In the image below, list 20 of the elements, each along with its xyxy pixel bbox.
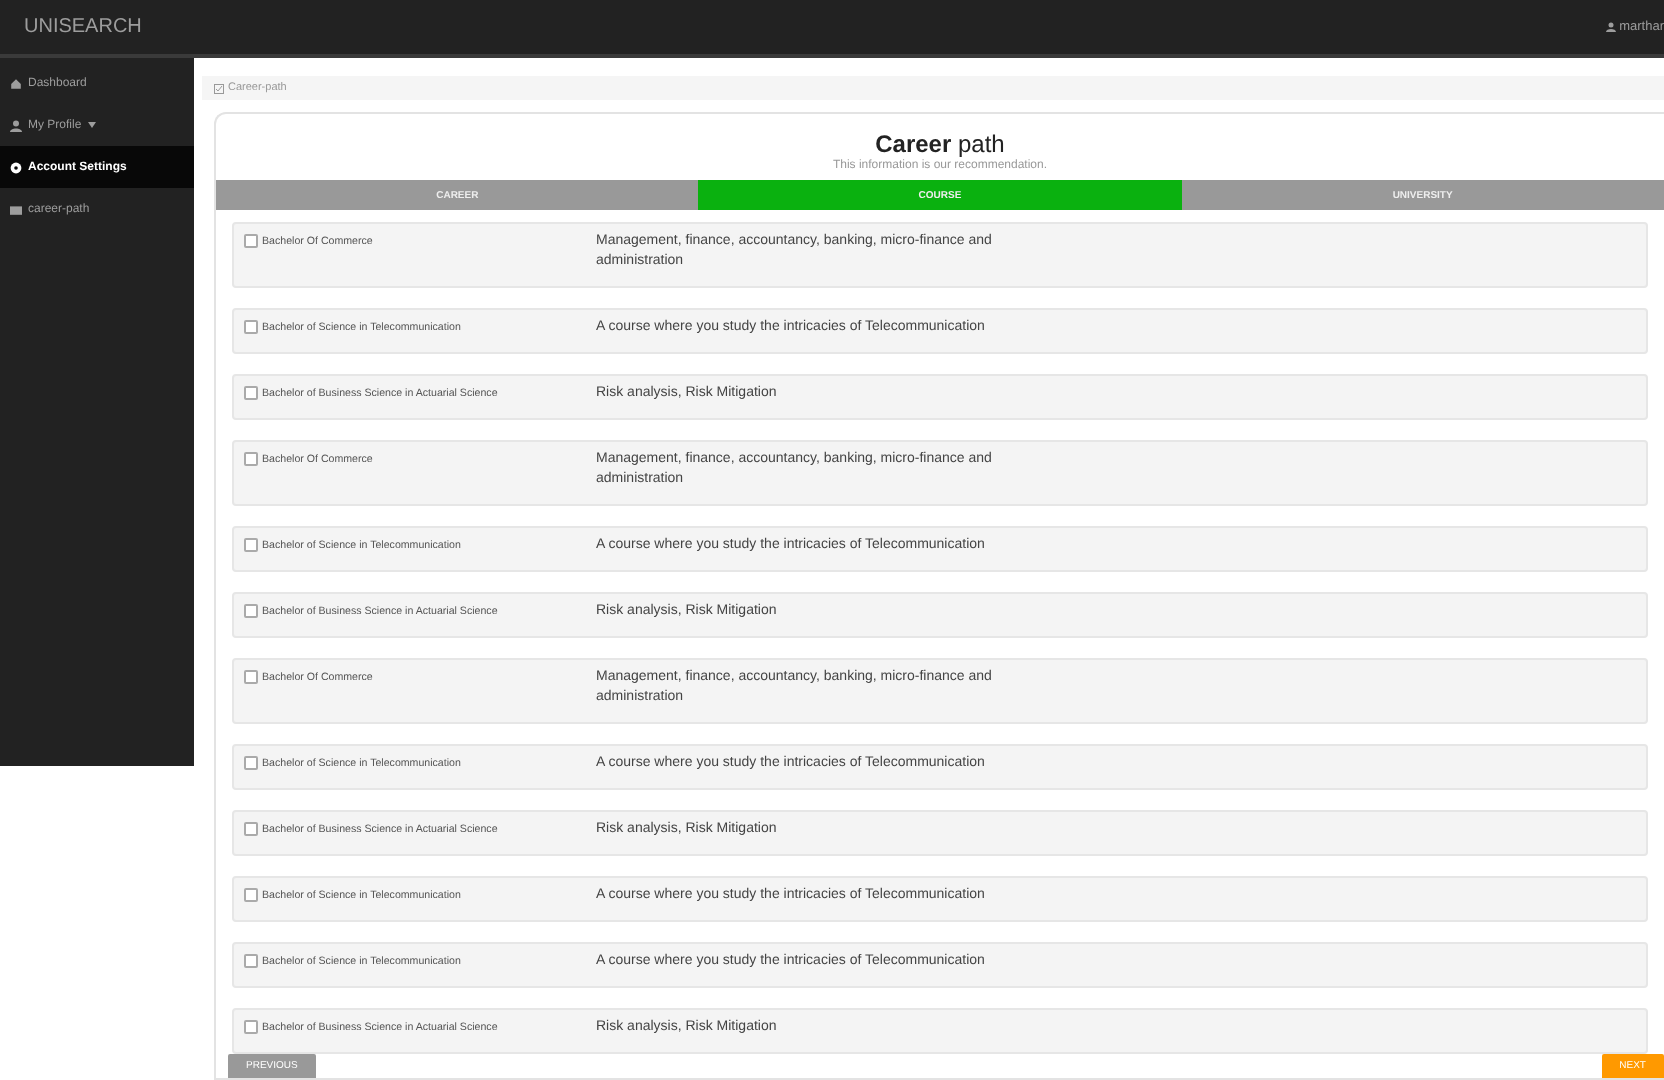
user-icon — [1605, 22, 1616, 32]
checkbox[interactable] — [244, 234, 258, 248]
checkbox[interactable] — [244, 888, 258, 902]
checkbox[interactable] — [244, 452, 258, 466]
checkbox[interactable] — [244, 822, 258, 836]
user-icon — [10, 119, 22, 131]
brand-logo[interactable]: UNISEARCH — [24, 16, 142, 38]
checkbox[interactable] — [244, 1020, 258, 1034]
checkbox[interactable] — [244, 954, 258, 968]
checkbox[interactable] — [244, 756, 258, 770]
checkbox[interactable] — [244, 604, 258, 618]
checkbox[interactable] — [244, 670, 258, 684]
home-icon — [10, 77, 22, 89]
briefcase-icon — [10, 203, 22, 215]
checkbox-icon — [214, 83, 224, 93]
checkbox[interactable] — [244, 320, 258, 334]
checkbox[interactable] — [244, 386, 258, 400]
checkbox[interactable] — [244, 538, 258, 552]
card-title: Career path — [873, 130, 1007, 158]
settings-icon — [10, 161, 22, 173]
